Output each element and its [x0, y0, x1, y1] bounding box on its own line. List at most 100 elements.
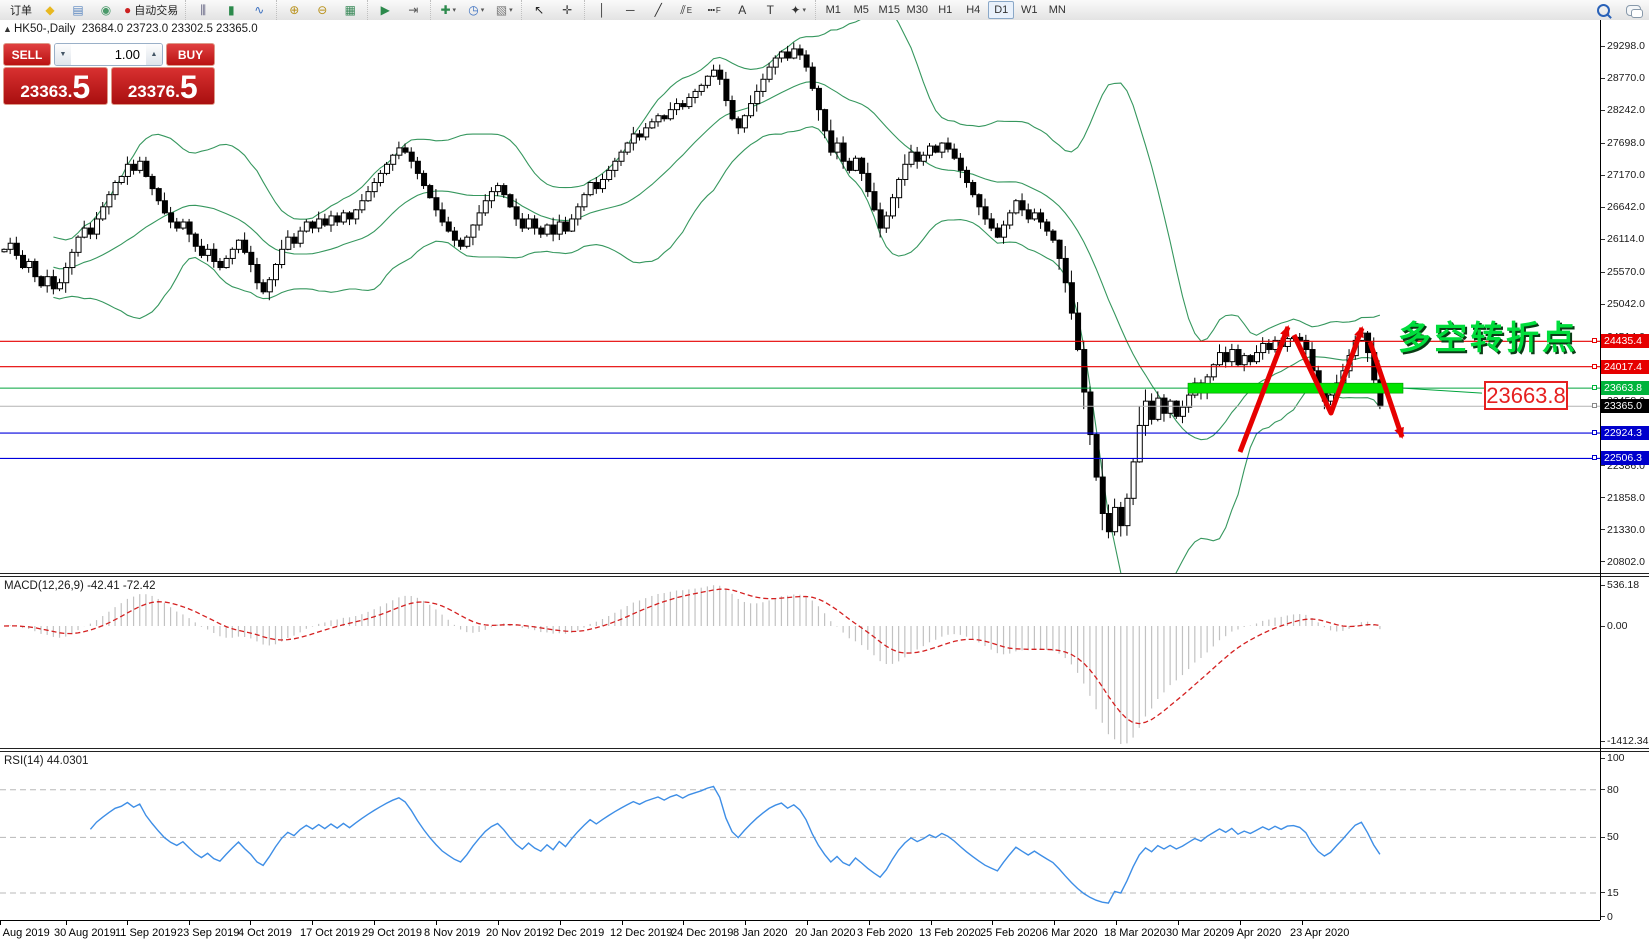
arrows-button[interactable]: ✦▾: [785, 1, 811, 20]
periods-button[interactable]: ◷▾: [463, 1, 489, 20]
trendline-button[interactable]: ╱: [645, 1, 671, 20]
toolbar-group: ⊕⊖▦: [276, 0, 367, 20]
timeframe-button-m30[interactable]: M30: [904, 1, 930, 19]
one-click-trading-panel: SELL ▼ ▲ BUY 23363 . 5 23376 . 5: [3, 43, 215, 106]
date-tick: [436, 921, 437, 925]
date-tick: [0, 921, 1, 925]
timeframe-button-h1[interactable]: H1: [932, 1, 958, 19]
candlestick-chart-type-button[interactable]: ▮: [218, 1, 244, 20]
timeframe-button-w1[interactable]: W1: [1016, 1, 1042, 19]
date-label: 17 Oct 2019: [300, 927, 360, 939]
search-icon[interactable]: [1597, 4, 1610, 17]
timeframe-button-m15[interactable]: M15: [876, 1, 902, 19]
rsi-axis-label: 80: [1607, 784, 1619, 796]
text-label-button[interactable]: T: [757, 1, 783, 20]
timeframe-group: M1M5M15M30H1H4D1W1MN: [815, 0, 1074, 20]
main-chart-canvas[interactable]: [0, 20, 1649, 573]
zoom-in-button[interactable]: ⊕: [281, 1, 307, 20]
price-tick-label: 26642.0: [1607, 201, 1645, 213]
price-tick: [1601, 304, 1605, 305]
equidistant-channel-button[interactable]: ⫽E: [673, 1, 699, 20]
one-click-collapse-icon[interactable]: ▲: [3, 24, 12, 34]
timeframe-button-h4[interactable]: H4: [960, 1, 986, 19]
bar-chart-type-button[interactable]: ⫼: [190, 1, 216, 20]
macd-panel-canvas[interactable]: [0, 577, 1649, 748]
date-tick: [1240, 921, 1241, 925]
date-tick: [992, 921, 993, 925]
rsi-axis-label: 15: [1607, 887, 1619, 899]
date-label: 23 Apr 2020: [1290, 927, 1349, 939]
fibonacci-button[interactable]: ┅F: [701, 1, 727, 20]
chart-ohlc: 23684.0 23723.0 23302.5 23365.0: [82, 23, 258, 35]
macd-axis-tick: [1601, 741, 1605, 742]
metaeditor-icon-button[interactable]: ◆: [37, 1, 63, 20]
line-connector-square: [1592, 455, 1597, 460]
text-button[interactable]: A: [729, 1, 755, 20]
timeframe-button-m1[interactable]: M1: [820, 1, 846, 19]
date-label: 2 Dec 2019: [548, 927, 604, 939]
vertical-line-button[interactable]: │: [589, 1, 615, 20]
price-line-label: 23365.0: [1601, 399, 1649, 413]
indicators-button[interactable]: ✚▾: [435, 1, 461, 20]
price-tick-label: 27170.0: [1607, 169, 1645, 181]
buy-button[interactable]: BUY: [166, 43, 215, 66]
date-label: 4 Oct 2019: [238, 927, 292, 939]
chat-icon[interactable]: [1626, 5, 1641, 16]
chart-shift-button[interactable]: ⇥: [400, 1, 426, 20]
rsi-indicator-label: RSI(14) 44.0301: [4, 755, 88, 767]
crosshair-button[interactable]: ✛: [554, 1, 580, 20]
date-label: 25 Feb 2020: [980, 927, 1042, 939]
chart-symbol: HK50-,Daily: [14, 23, 75, 35]
date-label: 20 Aug 2019: [0, 927, 50, 939]
date-label: 11 Sep 2019: [115, 927, 177, 939]
terminal-icon-button[interactable]: ▤: [65, 1, 91, 20]
price-axis: 29298.028770.028242.027698.027170.026642…: [1601, 20, 1649, 920]
chart-window: 29298.028770.028242.027698.027170.026642…: [0, 20, 1649, 943]
date-label: 23 Sep 2019: [177, 927, 239, 939]
volume-decrease-button[interactable]: ▼: [55, 44, 71, 65]
buy-price-display[interactable]: 23376 . 5: [111, 67, 216, 105]
price-line-label: 22506.3: [1601, 451, 1649, 465]
turning-point-annotation: 多空转折点: [1398, 311, 1578, 359]
new-order-button[interactable]: 订单: [4, 1, 35, 20]
date-tick: [189, 921, 190, 925]
macd-axis-label: 0.00: [1607, 620, 1627, 632]
auto-scroll-button[interactable]: ▶: [372, 1, 398, 20]
timeframe-button-d1[interactable]: D1: [988, 1, 1014, 19]
volume-increase-button[interactable]: ▲: [146, 44, 162, 65]
price-tick-label: 27698.0: [1607, 137, 1645, 149]
zoom-out-button[interactable]: ⊖: [309, 1, 335, 20]
horizontal-line-button[interactable]: ─: [617, 1, 643, 20]
templates-button[interactable]: ▧▾: [491, 1, 517, 20]
date-label: 9 Apr 2020: [1228, 927, 1281, 939]
macd-axis-tick: [1601, 585, 1605, 586]
toolbar: 订单◆▤◉●自动交易⫼▮∿⊕⊖▦▶⇥✚▾◷▾▧▾↖✛│─╱⫽E┅FAT✦▾M1M…: [0, 0, 1649, 21]
volume-input[interactable]: [71, 44, 146, 65]
timeframe-button-mn[interactable]: MN: [1044, 1, 1070, 19]
date-tick: [745, 921, 746, 925]
price-tick: [1601, 497, 1605, 498]
date-tick: [622, 921, 623, 925]
date-tick: [869, 921, 870, 925]
cursor-button[interactable]: ↖: [526, 1, 552, 20]
sell-price-display[interactable]: 23363 . 5: [3, 67, 108, 105]
macd-axis-label: 536.18: [1607, 579, 1639, 591]
buy-price-main: 23376: [128, 82, 175, 102]
date-label: 30 Aug 2019: [54, 927, 116, 939]
price-line-label: 22924.3: [1601, 426, 1649, 440]
line-connector-square: [1592, 430, 1597, 435]
tile-windows-button[interactable]: ▦: [337, 1, 363, 20]
strategy-tester-icon-button[interactable]: ◉: [93, 1, 119, 20]
sell-button[interactable]: SELL: [3, 43, 51, 66]
date-label: 8 Jan 2020: [733, 927, 787, 939]
date-label: 6 Mar 2020: [1042, 927, 1098, 939]
date-label: 30 Mar 2020: [1166, 927, 1228, 939]
date-tick: [560, 921, 561, 925]
line-connector-square: [1592, 385, 1597, 390]
toolbar-group: ▶⇥: [367, 0, 430, 20]
line-chart-type-button[interactable]: ∿: [246, 1, 272, 20]
timeframe-button-m5[interactable]: M5: [848, 1, 874, 19]
autotrading-button[interactable]: ●自动交易: [121, 1, 181, 20]
price-tick-label: 20802.0: [1607, 556, 1645, 568]
rsi-panel-canvas[interactable]: [0, 752, 1649, 920]
